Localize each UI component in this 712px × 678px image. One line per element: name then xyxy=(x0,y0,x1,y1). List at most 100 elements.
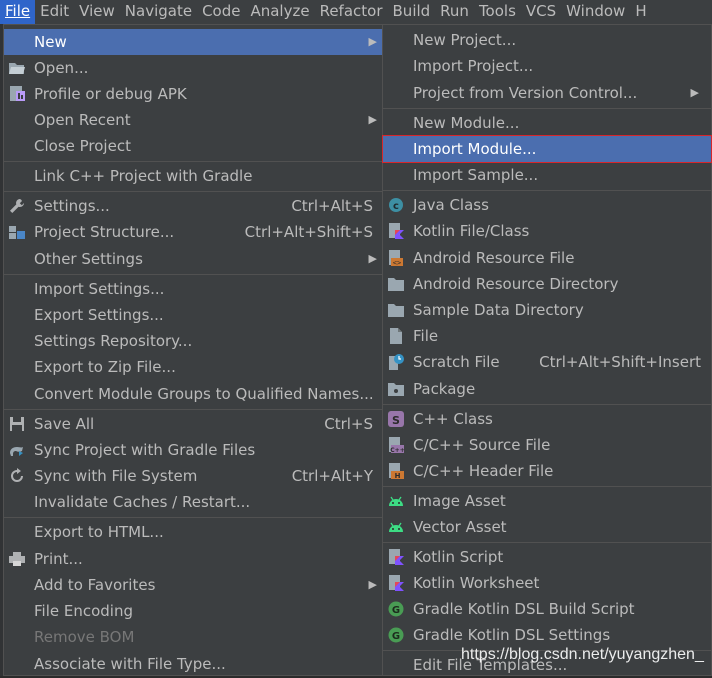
file-print[interactable]: Print... xyxy=(4,546,383,572)
kotlin-worksheet-icon xyxy=(387,574,405,592)
file-open[interactable]: Open... xyxy=(4,55,383,81)
new-project-from-vcs[interactable]: Project from Version Control... ▶ xyxy=(383,80,711,106)
save-icon xyxy=(8,415,26,433)
menu-refactor[interactable]: Refactor xyxy=(315,0,388,24)
new-kotlin-class[interactable]: Kotlin File/Class xyxy=(383,218,711,244)
svg-text:G: G xyxy=(392,605,400,616)
printer-icon xyxy=(8,550,26,568)
separator xyxy=(383,542,711,543)
new-file[interactable]: File xyxy=(383,323,711,349)
file-add-favorites[interactable]: Add to Favorites ▶ xyxy=(4,572,383,598)
kotlin-script-icon xyxy=(387,548,405,566)
file-other-settings[interactable]: Other Settings ▶ xyxy=(4,246,383,272)
separator xyxy=(383,486,711,487)
new-cpp-source[interactable]: C++ C/C++ Source File xyxy=(383,432,711,458)
file-new[interactable]: New ▶ xyxy=(4,29,383,55)
file-close-project[interactable]: Close Project xyxy=(4,133,383,159)
file-import-settings[interactable]: Import Settings... xyxy=(4,276,383,302)
file-project-structure[interactable]: Project Structure... Ctrl+Alt+Shift+S xyxy=(4,219,383,245)
file-settings-repository[interactable]: Settings Repository... xyxy=(4,328,383,354)
android-resource-file-icon: <> xyxy=(387,249,405,267)
cpp-header-icon: H xyxy=(387,462,405,480)
new-import-project[interactable]: Import Project... xyxy=(383,53,711,79)
new-import-module[interactable]: Import Module... xyxy=(382,135,712,163)
separator xyxy=(383,108,711,109)
menu-code[interactable]: Code xyxy=(197,0,245,24)
file-profile-apk[interactable]: Profile or debug APK xyxy=(4,81,383,107)
file-settings[interactable]: Settings... Ctrl+Alt+S xyxy=(4,193,383,219)
submenu-arrow-icon: ▶ xyxy=(368,35,377,48)
java-class-icon: c xyxy=(387,196,405,214)
separator xyxy=(4,517,383,518)
cpp-class-icon: S xyxy=(387,410,405,428)
file-export-settings[interactable]: Export Settings... xyxy=(4,302,383,328)
svg-text:c: c xyxy=(393,201,399,212)
new-project[interactable]: New Project... xyxy=(383,27,711,53)
new-import-sample[interactable]: Import Sample... xyxy=(383,162,711,188)
new-cpp-header[interactable]: H C/C++ Header File xyxy=(383,458,711,484)
gradle-g-icon: G xyxy=(387,626,405,644)
file-export-zip[interactable]: Export to Zip File... xyxy=(4,354,383,380)
file-open-recent[interactable]: Open Recent ▶ xyxy=(4,107,383,133)
new-module[interactable]: New Module... xyxy=(383,110,711,136)
submenu-arrow-icon: ▶ xyxy=(690,86,699,99)
menu-view[interactable]: View xyxy=(74,0,120,24)
menu-navigate[interactable]: Navigate xyxy=(120,0,197,24)
android-icon xyxy=(387,492,405,510)
new-cpp-class[interactable]: S C++ Class xyxy=(383,406,711,432)
new-android-resource-directory[interactable]: Android Resource Directory xyxy=(383,271,711,297)
new-sample-data-directory[interactable]: Sample Data Directory xyxy=(383,297,711,323)
menu-run[interactable]: Run xyxy=(435,0,474,24)
file-sync-gradle[interactable]: Sync Project with Gradle Files xyxy=(4,437,383,463)
file-encoding[interactable]: File Encoding xyxy=(4,598,383,624)
new-android-resource-file[interactable]: <> Android Resource File xyxy=(383,245,711,271)
menu-tools[interactable]: Tools xyxy=(474,0,521,24)
gradle-sync-icon xyxy=(8,441,26,459)
new-gradle-kts-build[interactable]: G Gradle Kotlin DSL Build Script xyxy=(383,596,711,622)
file-convert-module-groups[interactable]: Convert Module Groups to Qualified Names… xyxy=(4,381,383,407)
android-icon xyxy=(387,518,405,536)
new-kotlin-worksheet[interactable]: Kotlin Worksheet xyxy=(383,570,711,596)
submenu-arrow-icon: ▶ xyxy=(368,578,377,591)
kotlin-file-icon xyxy=(387,222,405,240)
svg-text:H: H xyxy=(395,472,401,480)
svg-text:C++: C++ xyxy=(390,447,404,454)
separator xyxy=(4,274,383,275)
menu-edit[interactable]: Edit xyxy=(35,0,74,24)
file-menu: New ▶ Open... Profile or debug APK Open … xyxy=(3,24,384,676)
file-sync-filesystem[interactable]: Sync with File System Ctrl+Alt+Y xyxy=(4,463,383,489)
file-remove-bom: Remove BOM xyxy=(34,628,135,646)
separator xyxy=(383,404,711,405)
file-associate-type[interactable]: Associate with File Type... xyxy=(4,651,383,677)
svg-text:G: G xyxy=(392,631,400,642)
menu-file[interactable]: File xyxy=(0,0,36,24)
file-save-all[interactable]: Save All Ctrl+S xyxy=(4,411,383,437)
file-invalidate-caches[interactable]: Invalidate Caches / Restart... xyxy=(4,489,383,515)
new-submenu: New Project... Import Project... Project… xyxy=(382,24,712,676)
menu-help[interactable]: H xyxy=(630,0,651,24)
new-java-class[interactable]: c Java Class xyxy=(383,192,711,218)
folder-open-icon xyxy=(8,59,26,77)
folder-icon xyxy=(387,301,405,319)
menu-bar: File Edit View Navigate Code Analyze Ref… xyxy=(0,0,712,24)
menu-build[interactable]: Build xyxy=(388,0,436,24)
new-gradle-kts-settings[interactable]: G Gradle Kotlin DSL Settings xyxy=(383,622,711,648)
new-scratch-file[interactable]: Scratch File Ctrl+Alt+Shift+Insert xyxy=(383,349,711,375)
project-structure-icon xyxy=(8,223,26,241)
new-kotlin-script[interactable]: Kotlin Script xyxy=(383,544,711,570)
svg-text:<>: <> xyxy=(393,259,401,267)
new-package[interactable]: Package xyxy=(383,376,711,402)
new-vector-asset[interactable]: Vector Asset xyxy=(383,514,711,540)
menu-vcs[interactable]: VCS xyxy=(521,0,561,24)
file-link-cpp[interactable]: Link C++ Project with Gradle xyxy=(4,163,383,189)
file-export-html[interactable]: Export to HTML... xyxy=(4,519,383,545)
separator xyxy=(4,409,383,410)
menu-window[interactable]: Window xyxy=(561,0,630,24)
separator xyxy=(4,191,383,192)
cpp-source-icon: C++ xyxy=(387,436,405,454)
wrench-icon xyxy=(8,197,26,215)
submenu-arrow-icon: ▶ xyxy=(368,113,377,126)
submenu-arrow-icon: ▶ xyxy=(368,252,377,265)
new-image-asset[interactable]: Image Asset xyxy=(383,488,711,514)
menu-analyze[interactable]: Analyze xyxy=(245,0,314,24)
